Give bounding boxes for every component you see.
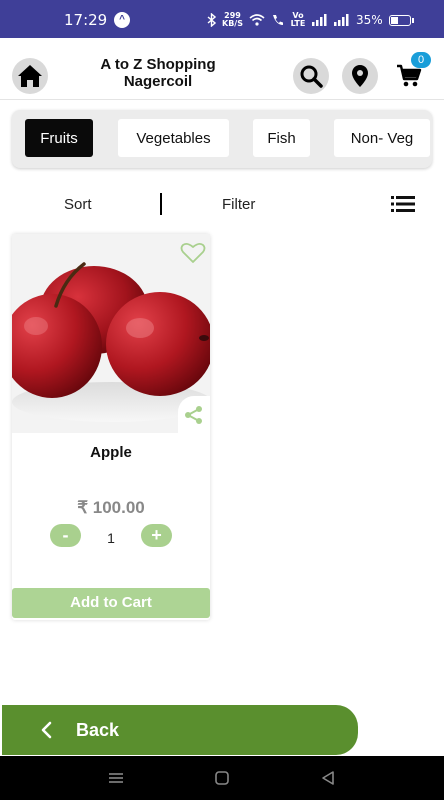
net-speed: 299 KB/S <box>222 12 243 28</box>
back-button[interactable]: Back <box>2 705 358 755</box>
search-icon <box>300 65 323 88</box>
tab-non-veg[interactable]: Non- Veg <box>334 119 430 157</box>
product-card[interactable]: Apple ₹ 100.00 - 1 + Add to Cart <box>12 234 210 620</box>
toolbar-divider <box>160 193 162 215</box>
bluetooth-icon <box>207 13 216 27</box>
system-indicators: 299 KB/S Vo LTE 35% <box>207 10 414 30</box>
location-button[interactable] <box>342 58 378 94</box>
product-price: ₹ 100.00 <box>77 498 145 517</box>
system-nav-bar <box>0 756 444 800</box>
status-time: 17:29 <box>64 11 108 29</box>
category-tabs: Fruits Vegetables Fish Non- Veg <box>12 110 432 168</box>
share-icon <box>185 405 202 424</box>
system-back-icon[interactable] <box>318 768 338 788</box>
volte-label: Vo LTE <box>290 11 306 28</box>
location-pin-icon <box>352 65 368 87</box>
system-home-icon[interactable] <box>212 768 232 788</box>
heart-outline-icon[interactable] <box>180 242 206 264</box>
net-speed-unit: KB/S <box>222 19 243 28</box>
sort-button[interactable]: Sort <box>64 196 92 213</box>
battery-icon <box>388 14 414 26</box>
quantity-value: 1 <box>107 530 115 546</box>
app-screen: 17:29 ^ 299 KB/S Vo LTE 35% A to Z Shoppi… <box>0 0 444 800</box>
tab-fruits[interactable]: Fruits <box>25 119 93 157</box>
search-button[interactable] <box>293 58 329 94</box>
signal-icon-1 <box>311 14 327 26</box>
app-header: A to Z Shopping Nagercoil 0 <box>0 38 444 100</box>
cart-count-badge: 0 <box>411 52 431 68</box>
call-icon <box>272 15 283 25</box>
quantity-decrease-button[interactable]: - <box>50 524 81 547</box>
recent-apps-icon[interactable] <box>106 768 126 788</box>
quantity-increase-button[interactable]: + <box>141 524 172 547</box>
list-view-icon[interactable] <box>391 195 415 213</box>
wifi-icon <box>249 14 265 26</box>
product-name: Apple <box>90 444 132 461</box>
app-title-line1: A to Z Shopping <box>100 56 216 73</box>
add-to-cart-button[interactable]: Add to Cart <box>12 588 210 618</box>
tab-fish[interactable]: Fish <box>253 119 310 157</box>
home-button[interactable] <box>12 58 48 94</box>
notification-icon: ^ <box>114 12 130 28</box>
filter-button[interactable]: Filter <box>222 196 255 213</box>
battery-percent: 35% <box>355 13 383 27</box>
tab-vegetables[interactable]: Vegetables <box>118 119 229 157</box>
app-title: A to Z Shopping Nagercoil <box>80 56 236 90</box>
sort-filter-bar: Sort Filter <box>0 186 444 222</box>
battery-fill <box>390 16 398 24</box>
chevron-left-icon <box>41 721 52 739</box>
signal-icon-2 <box>333 14 349 26</box>
back-label: Back <box>76 720 120 740</box>
home-icon <box>18 65 42 87</box>
status-bar: 17:29 ^ 299 KB/S Vo LTE 35% <box>0 0 444 38</box>
share-button[interactable] <box>178 396 210 433</box>
app-title-line2: Nagercoil <box>123 73 193 90</box>
